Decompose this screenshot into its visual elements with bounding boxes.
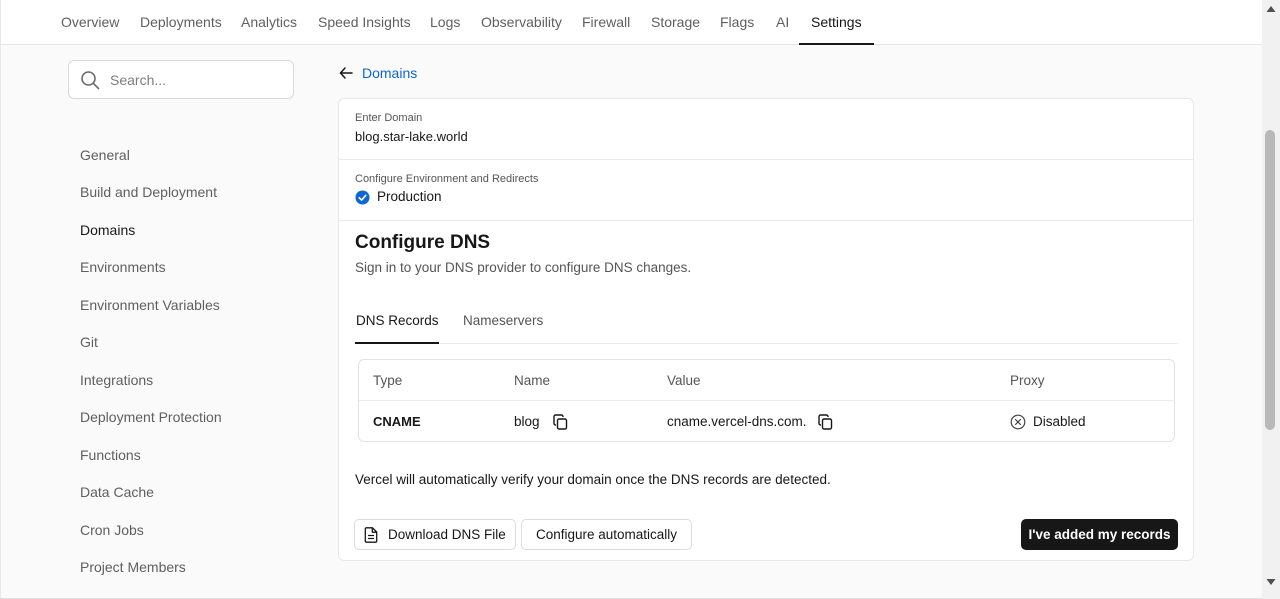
- added-records-button[interactable]: I've added my records: [1021, 519, 1178, 550]
- check-circle-icon[interactable]: [355, 190, 370, 205]
- back-to-domains-link[interactable]: Domains: [338, 63, 417, 83]
- download-dns-file-button[interactable]: Download DNS File: [354, 519, 516, 550]
- scrollbar-thumb[interactable]: [1265, 130, 1275, 430]
- arrow-left-icon: [339, 67, 353, 79]
- sidebar-item-build-and-deployment[interactable]: Build and Deployment: [80, 184, 217, 200]
- record-value: cname.vercel-dns.com.: [667, 414, 807, 429]
- environment-field-label: Configure Environment and Redirects: [355, 173, 539, 185]
- search-icon: [81, 71, 100, 90]
- dns-records-table: Type Name Value Proxy CNAME blog cname.v…: [358, 359, 1175, 442]
- sidebar-item-general[interactable]: General: [80, 147, 130, 163]
- sidebar-item-environments[interactable]: Environments: [80, 259, 166, 275]
- tab-observability[interactable]: Observability: [481, 0, 562, 45]
- back-link-label: Domains: [362, 65, 418, 81]
- download-dns-file-label: Download DNS File: [388, 527, 506, 542]
- copy-value-icon[interactable]: [818, 414, 833, 430]
- domain-config-card: Enter Domain blog.star-lake.world Config…: [338, 98, 1194, 561]
- scroll-up-arrow-icon[interactable]: [1266, 5, 1276, 13]
- tab-settings[interactable]: Settings: [799, 0, 874, 45]
- sidebar-item-domains[interactable]: Domains: [80, 222, 135, 238]
- domain-field-label: Enter Domain: [355, 112, 423, 124]
- sidebar-item-environment-variables[interactable]: Environment Variables: [80, 297, 220, 313]
- search-input[interactable]: [110, 69, 280, 91]
- column-header-proxy: Proxy: [1010, 373, 1045, 388]
- sidebar-item-data-cache[interactable]: Data Cache: [80, 484, 154, 500]
- configure-dns-heading: Configure DNS: [355, 232, 491, 253]
- domain-field-value[interactable]: blog.star-lake.world: [355, 129, 468, 144]
- record-type: CNAME: [373, 414, 421, 429]
- record-proxy-status: Disabled: [1033, 414, 1086, 429]
- tab-flags[interactable]: Flags: [720, 0, 754, 45]
- column-header-type: Type: [373, 373, 403, 388]
- production-environment-option[interactable]: Production: [377, 189, 442, 204]
- table-header: [359, 360, 1174, 401]
- verification-note: Vercel will automatically verify your do…: [355, 472, 831, 487]
- sidebar-item-integrations[interactable]: Integrations: [80, 372, 153, 388]
- tab-nameservers[interactable]: Nameservers: [463, 313, 543, 328]
- scroll-down-arrow-icon[interactable]: [1266, 578, 1276, 586]
- active-tab-indicator: [355, 342, 439, 344]
- x-circle-icon: [1010, 414, 1026, 430]
- dns-tabs: DNS Records Nameservers: [355, 299, 1178, 344]
- tab-firewall[interactable]: Firewall: [582, 0, 630, 45]
- sidebar-item-cron-jobs[interactable]: Cron Jobs: [80, 522, 144, 538]
- tab-deployments[interactable]: Deployments: [140, 0, 222, 45]
- environment-section: Configure Environment and Redirects: [339, 160, 1193, 221]
- added-records-label: I've added my records: [1028, 527, 1171, 542]
- sidebar-item-deployment-protection[interactable]: Deployment Protection: [80, 409, 222, 425]
- configure-automatically-button[interactable]: Configure automatically: [521, 519, 692, 550]
- record-name: blog: [514, 414, 540, 429]
- tab-analytics[interactable]: Analytics: [241, 0, 297, 45]
- sidebar-item-functions[interactable]: Functions: [80, 447, 141, 463]
- tab-ai[interactable]: AI: [776, 0, 789, 45]
- tab-logs[interactable]: Logs: [430, 0, 460, 45]
- copy-name-icon[interactable]: [553, 414, 568, 430]
- file-icon: [364, 526, 378, 543]
- domain-section: Enter Domain blog.star-lake.world: [339, 99, 1193, 160]
- search-box[interactable]: [68, 60, 294, 99]
- tab-storage[interactable]: Storage: [651, 0, 700, 45]
- column-header-name: Name: [514, 373, 551, 388]
- sidebar-item-git[interactable]: Git: [80, 334, 98, 350]
- configure-automatically-label: Configure automatically: [535, 527, 678, 542]
- vertical-scrollbar[interactable]: [1262, 0, 1280, 599]
- tab-overview[interactable]: Overview: [61, 0, 119, 45]
- tab-dns-records[interactable]: DNS Records: [356, 313, 439, 328]
- configure-dns-subtitle: Sign in to your DNS provider to configur…: [355, 260, 692, 275]
- top-navigation: Overview Deployments Analytics Speed Ins…: [0, 0, 1262, 45]
- sidebar-item-project-members[interactable]: Project Members: [80, 559, 186, 575]
- tab-speed-insights[interactable]: Speed Insights: [318, 0, 411, 45]
- column-header-value: Value: [667, 373, 701, 388]
